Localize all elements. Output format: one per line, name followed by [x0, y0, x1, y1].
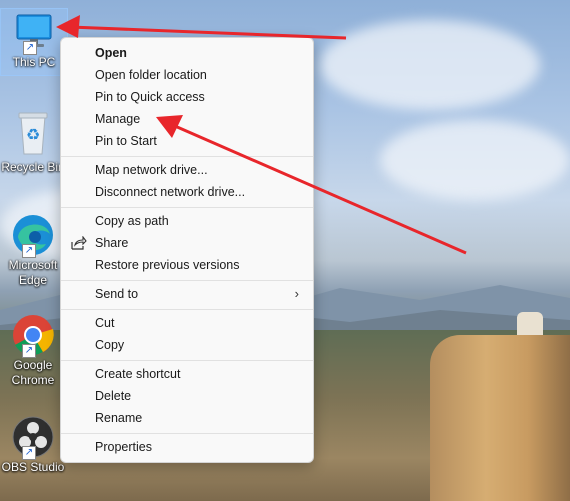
- menu-item-restore-previous-versions[interactable]: Restore previous versions: [65, 254, 309, 276]
- edge-icon: ↗: [10, 212, 56, 258]
- desktop-icon-obs[interactable]: ↗ OBS Studio: [0, 414, 66, 475]
- menu-item-pin-quick-access[interactable]: Pin to Quick access: [65, 86, 309, 108]
- menu-separator: [61, 360, 313, 361]
- shortcut-arrow-icon: ↗: [22, 244, 36, 258]
- shortcut-arrow-icon: ↗: [23, 41, 37, 55]
- desktop-icon-this-pc[interactable]: ↗ This PC: [0, 8, 68, 76]
- menu-item-open[interactable]: Open: [65, 42, 309, 64]
- wallpaper-cliff: [430, 335, 570, 501]
- menu-item-share[interactable]: Share: [65, 232, 309, 254]
- menu-item-create-shortcut[interactable]: Create shortcut: [65, 363, 309, 385]
- menu-item-rename[interactable]: Rename: [65, 407, 309, 429]
- desktop-icon-edge[interactable]: ↗ Microsoft Edge: [0, 212, 66, 288]
- desktop-icon-label: This PC: [12, 55, 56, 69]
- menu-separator: [61, 280, 313, 281]
- computer-icon: ↗: [11, 9, 57, 55]
- desktop-icon-label: Microsoft Edge: [8, 258, 58, 287]
- wallpaper-cloud: [320, 20, 540, 110]
- menu-item-send-to[interactable]: Send to ›: [65, 283, 309, 305]
- menu-item-copy[interactable]: Copy: [65, 334, 309, 356]
- menu-separator: [61, 309, 313, 310]
- desktop-icon-recycle-bin[interactable]: ♻ Recycle Bin: [0, 108, 66, 175]
- menu-item-copy-as-path[interactable]: Copy as path: [65, 210, 309, 232]
- annotation-arrow: [56, 15, 347, 40]
- desktop-icon-label: OBS Studio: [1, 460, 65, 474]
- chrome-icon: ↗: [10, 312, 56, 358]
- menu-item-pin-start[interactable]: Pin to Start: [65, 130, 309, 152]
- menu-item-delete[interactable]: Delete: [65, 385, 309, 407]
- menu-separator: [61, 207, 313, 208]
- svg-text:♻: ♻: [26, 125, 40, 144]
- menu-item-disconnect-network-drive[interactable]: Disconnect network drive...: [65, 181, 309, 203]
- wallpaper-cloud: [380, 120, 570, 200]
- desktop-icon-label: Google Chrome: [11, 358, 55, 387]
- menu-separator: [61, 433, 313, 434]
- desktop-icon-chrome[interactable]: ↗ Google Chrome: [0, 312, 66, 388]
- shortcut-arrow-icon: ↗: [22, 344, 36, 358]
- menu-item-manage[interactable]: Manage: [65, 108, 309, 130]
- recycle-bin-icon: ♻: [10, 108, 56, 155]
- menu-item-properties[interactable]: Properties: [65, 436, 309, 458]
- context-menu: Open Open folder location Pin to Quick a…: [60, 37, 314, 463]
- chevron-right-icon: ›: [294, 286, 299, 301]
- menu-item-map-network-drive[interactable]: Map network drive...: [65, 159, 309, 181]
- shortcut-arrow-icon: ↗: [22, 446, 36, 460]
- menu-item-open-folder-location[interactable]: Open folder location: [65, 64, 309, 86]
- menu-item-cut[interactable]: Cut: [65, 312, 309, 334]
- share-icon: [71, 236, 87, 250]
- desktop-icon-label: Recycle Bin: [1, 160, 65, 174]
- menu-separator: [61, 156, 313, 157]
- obs-icon: ↗: [10, 414, 56, 460]
